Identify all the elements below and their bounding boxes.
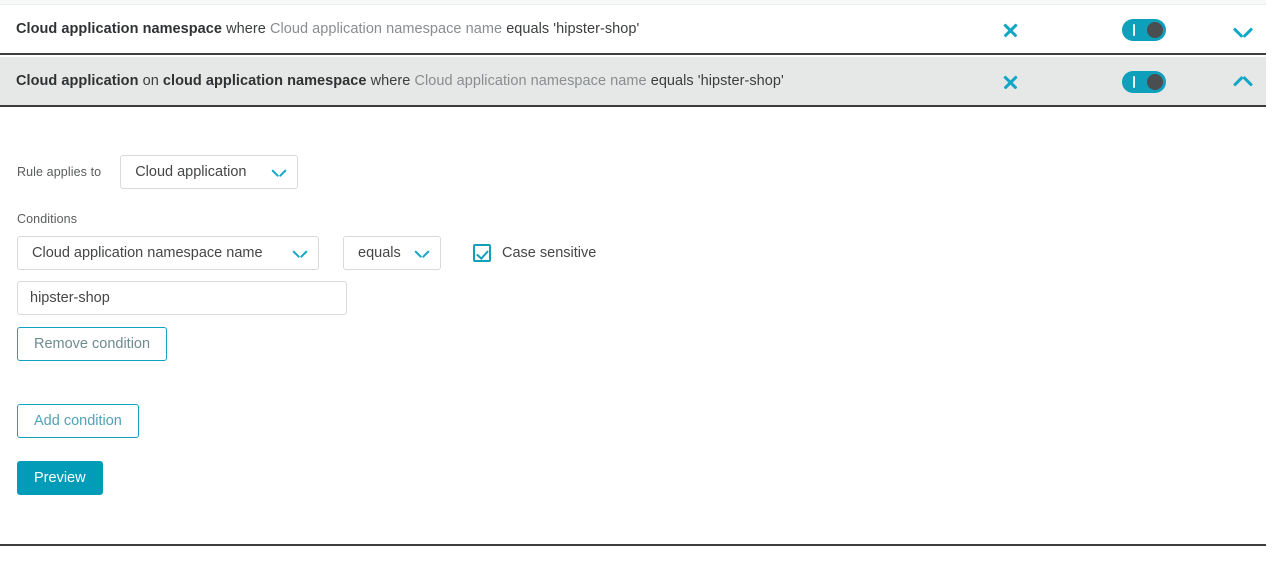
- close-icon[interactable]: [1001, 73, 1019, 91]
- condition-attribute-value: Cloud application namespace name: [32, 245, 263, 261]
- rule-operator-phrase: equals 'hipster-shop': [506, 21, 640, 37]
- rule-where-keyword: where: [370, 73, 411, 89]
- rule-attribute: Cloud application namespace name: [269, 21, 503, 37]
- rule-relation: cloud application namespace: [162, 73, 367, 89]
- case-sensitive-label: Case sensitive: [502, 245, 597, 261]
- chevron-down-icon: [415, 249, 429, 258]
- chevron-down-icon: [293, 249, 307, 258]
- rule-applies-to-value: Cloud application: [135, 164, 247, 180]
- rule-applies-to-row: Rule applies to Cloud application: [17, 155, 299, 189]
- bottom-divider: [0, 544, 1266, 546]
- toggle-switch-on-icon[interactable]: [1122, 19, 1166, 41]
- condition-operator-value: equals: [358, 245, 401, 261]
- rule-summary-expanded: Cloud application on cloud application n…: [0, 71, 784, 91]
- rule-row-expanded[interactable]: Cloud application on cloud application n…: [0, 57, 1266, 107]
- condition-attribute-select[interactable]: Cloud application namespace name: [17, 236, 319, 270]
- preview-row: Preview: [17, 461, 103, 495]
- preview-button[interactable]: Preview: [17, 461, 103, 495]
- close-icon[interactable]: [1001, 21, 1019, 39]
- condition-operator-select[interactable]: equals: [343, 236, 441, 270]
- chevron-down-icon: [272, 168, 286, 177]
- rule-applies-to-label: Rule applies to: [17, 165, 102, 179]
- remove-condition-row: Remove condition: [17, 327, 168, 361]
- chevron-down-icon[interactable]: [1234, 25, 1252, 36]
- rule-toggle-container[interactable]: [1120, 57, 1168, 107]
- rule-close-container[interactable]: [992, 57, 1028, 107]
- rule-operator-phrase: equals 'hipster-shop': [650, 73, 784, 89]
- rule-attribute: Cloud application namespace name: [414, 73, 647, 89]
- condition-value-row: [17, 281, 347, 315]
- remove-condition-button[interactable]: Remove condition: [17, 327, 168, 361]
- rule-close-container[interactable]: [992, 5, 1028, 55]
- toggle-switch-on-icon[interactable]: [1122, 71, 1166, 93]
- rule-summary-collapsed: Cloud application namespace where Cloud …: [0, 19, 639, 39]
- rule-row-collapsed[interactable]: Cloud application namespace where Cloud …: [0, 5, 1266, 55]
- condition-value-input[interactable]: [17, 281, 347, 315]
- rule-subject: Cloud application: [16, 73, 139, 89]
- toggle-knob-icon: [1147, 74, 1163, 90]
- add-condition-row: Add condition: [17, 404, 139, 438]
- rule-where-keyword: where: [226, 21, 266, 37]
- add-condition-button[interactable]: Add condition: [17, 404, 139, 438]
- case-sensitive-checkbox[interactable]: [473, 244, 491, 262]
- chevron-up-icon[interactable]: [1234, 77, 1252, 88]
- conditions-label-row: Conditions: [17, 212, 77, 226]
- rule-expand-container[interactable]: [1226, 5, 1260, 55]
- rule-editor-panel: Cloud application namespace where Cloud …: [0, 0, 1280, 566]
- rule-on-keyword: on: [142, 73, 159, 89]
- condition-row: Cloud application namespace name equals …: [17, 236, 596, 270]
- conditions-label: Conditions: [17, 212, 78, 226]
- toggle-bar-icon: [1133, 76, 1135, 88]
- rule-applies-to-select[interactable]: Cloud application: [120, 155, 299, 189]
- rule-toggle-container[interactable]: [1120, 5, 1168, 55]
- toggle-knob-icon: [1147, 22, 1163, 38]
- toggle-bar-icon: [1133, 24, 1135, 36]
- case-sensitive-checkbox-wrap[interactable]: Case sensitive: [473, 244, 596, 262]
- rule-subject: Cloud application namespace: [16, 21, 223, 37]
- rule-collapse-container[interactable]: [1226, 57, 1260, 107]
